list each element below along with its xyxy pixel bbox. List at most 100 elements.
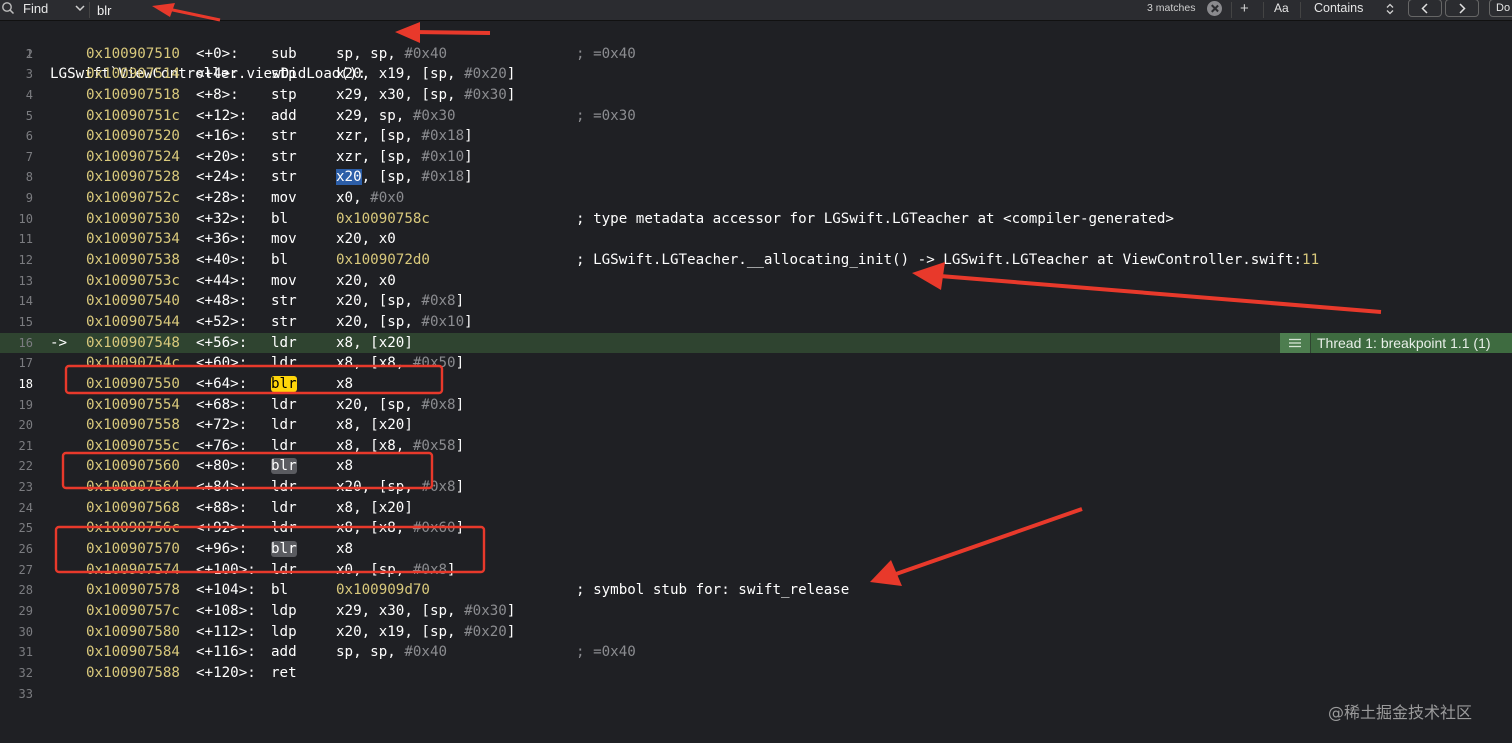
code-line[interactable]: 26 0x100907570 <+96>: blr x8 — [0, 539, 1512, 560]
code-line[interactable]: 27 0x100907574 <+100>: ldr x0, [sp, #0x8] — [0, 560, 1512, 581]
code-line[interactable]: 18 0x100907550 <+64>: blr x8 — [0, 374, 1512, 395]
done-button[interactable]: Do — [1489, 0, 1512, 17]
code-line[interactable]: 19 0x100907554 <+68>: ldr x20, [sp, #0x8] — [0, 395, 1512, 416]
code-line[interactable]: 6 0x100907520 <+16>: str xzr, [sp, #0x18] — [0, 126, 1512, 147]
code-line[interactable]: 23 0x100907564 <+84>: ldr x20, [sp, #0x8] — [0, 477, 1512, 498]
line-number[interactable]: 2 — [3, 44, 33, 65]
instruction-address: 0x10090751c — [86, 107, 180, 124]
line-number[interactable]: 3 — [3, 64, 33, 85]
line-number[interactable]: 27 — [3, 560, 33, 581]
code-line[interactable]: 2 0x100907510 <+0>: sub sp, sp, #0x40 ; =0x40 — [0, 44, 1512, 65]
disassembly-view: 1 LGSwift`ViewController.viewDidLoad(): … — [0, 23, 1512, 704]
breakpoint-badge[interactable]: Thread 1: breakpoint 1.1 (1) — [1280, 332, 1512, 354]
line-number[interactable]: 4 — [3, 85, 33, 106]
line-number[interactable]: 23 — [3, 477, 33, 498]
code-line-current[interactable]: 16 -> 0x100907548 <+56>: ldr x8, [x20] Thread … — [0, 332, 1512, 354]
watermark: @稀土掘金技术社区 — [1328, 703, 1473, 722]
line-number[interactable]: 25 — [3, 518, 33, 539]
instruction-operands: x8, [x20] — [336, 498, 413, 519]
clear-search-icon[interactable] — [1207, 1, 1222, 16]
up-down-chevron-icon[interactable] — [1386, 3, 1394, 15]
line-number[interactable]: 31 — [3, 642, 33, 663]
operand-segment: #0x30 — [412, 107, 456, 124]
line-number[interactable]: 9 — [3, 188, 33, 209]
code-line[interactable]: 14 0x100907540 <+48>: str x20, [sp, #0x8] — [0, 291, 1512, 312]
find-input[interactable] — [97, 0, 1137, 20]
code-line[interactable]: 3 0x100907514 <+4>: stp x20, x19, [sp, #0x20… — [0, 64, 1512, 85]
mnemonic-text: str — [271, 169, 297, 186]
code-line[interactable]: 8 0x100907528 <+24>: str x20, [sp, #0x18] — [0, 167, 1512, 188]
code-line[interactable]: 31 0x100907584 <+116>: add sp, sp, #0x40 ; =0… — [0, 642, 1512, 663]
code-line[interactable]: 33 — [0, 684, 1512, 705]
line-number[interactable]: 22 — [3, 456, 33, 477]
code-line[interactable]: 30 0x100907580 <+112>: ldp x20, x19, [sp, #0… — [0, 622, 1512, 643]
line-number[interactable]: 10 — [3, 209, 33, 230]
code-line[interactable]: 25 0x10090756c <+92>: ldr x8, [x8, #0x60] — [0, 518, 1512, 539]
code-line[interactable]: 24 0x100907568 <+88>: ldr x8, [x20] — [0, 498, 1512, 519]
line-number[interactable]: 18 — [3, 374, 33, 395]
operand-segment: ] — [447, 561, 456, 578]
line-number[interactable]: 28 — [3, 580, 33, 601]
case-sensitive-toggle[interactable]: Aa — [1274, 0, 1289, 20]
line-number[interactable]: 33 — [3, 684, 33, 705]
code-line[interactable]: 11 0x100907534 <+36>: mov x20, x0 — [0, 229, 1512, 250]
instruction-comment: ; =0x40 — [576, 642, 636, 663]
instruction-address: 0x100907514 — [86, 66, 180, 83]
code-line[interactable]: 9 0x10090752c <+28>: mov x0, #0x0 — [0, 188, 1512, 209]
instruction-address: 0x100907588 — [86, 664, 180, 681]
line-number[interactable]: 30 — [3, 622, 33, 643]
line-number[interactable]: 24 — [3, 498, 33, 519]
find-mode-selector[interactable]: Find — [23, 0, 48, 20]
operand-segment: 0x10090758c — [336, 210, 430, 227]
line-number[interactable]: 20 — [3, 415, 33, 436]
line-number[interactable]: 32 — [3, 663, 33, 684]
line-number[interactable]: 12 — [3, 250, 33, 271]
previous-match-button[interactable] — [1408, 0, 1442, 17]
code-line[interactable]: 7 0x100907524 <+20>: str xzr, [sp, #0x10] — [0, 147, 1512, 168]
operand-segment: xzr, [sp, — [336, 128, 422, 145]
code-line[interactable]: 15 0x100907544 <+52>: str x20, [sp, #0x10] — [0, 312, 1512, 333]
code-line[interactable]: 17 0x10090754c <+60>: ldr x8, [x8, #0x50] — [0, 353, 1512, 374]
operand-segment: #0x30 — [464, 602, 507, 619]
line-number[interactable]: 11 — [3, 229, 33, 250]
operand-segment: #0x20 — [464, 66, 507, 83]
line-number[interactable]: 6 — [3, 126, 33, 147]
comment-text: ; =0x30 — [576, 107, 636, 124]
line-number[interactable]: 17 — [3, 353, 33, 374]
code-line[interactable]: 13 0x10090753c <+44>: mov x20, x0 — [0, 271, 1512, 292]
instruction-offset: <+8>: — [196, 86, 239, 103]
line-number[interactable]: 13 — [3, 271, 33, 292]
match-type-selector[interactable]: Contains — [1314, 0, 1363, 20]
code-line[interactable]: 4 0x100907518 <+8>: stp x29, x30, [sp, #0x30… — [0, 85, 1512, 106]
instruction-operands: x29, sp, #0x30 — [336, 106, 456, 127]
code-line[interactable]: 21 0x10090755c <+76>: ldr x8, [x8, #0x58] — [0, 436, 1512, 457]
operand-segment: ] — [464, 128, 473, 145]
code-line[interactable]: 12 0x100907538 <+40>: bl 0x1009072d0 ; LGSwif… — [0, 250, 1512, 271]
line-number[interactable]: 21 — [3, 436, 33, 457]
code-line[interactable]: 28 0x100907578 <+104>: bl 0x100909d70 ; symbo… — [0, 580, 1512, 601]
line-number[interactable]: 14 — [3, 291, 33, 312]
operand-segment: ] — [506, 602, 516, 619]
instruction-mnemonic: mov — [271, 229, 297, 250]
operand-segment: x0, — [336, 190, 371, 207]
code-line[interactable]: 20 0x100907558 <+72>: ldr x8, [x20] — [0, 415, 1512, 436]
line-number[interactable]: 26 — [3, 539, 33, 560]
line-number[interactable]: 8 — [3, 167, 33, 188]
line-number[interactable]: 7 — [3, 147, 33, 168]
code-line[interactable]: 29 0x10090757c <+108>: ldp x29, x30, [sp, #0… — [0, 601, 1512, 622]
line-number[interactable]: 19 — [3, 395, 33, 416]
line-number[interactable]: 16 — [3, 333, 33, 354]
line-number[interactable]: 29 — [3, 601, 33, 622]
mnemonic-text: ldr — [271, 561, 297, 578]
line-number[interactable]: 15 — [3, 312, 33, 333]
instruction-operands: x0, #0x0 — [336, 188, 404, 209]
chevron-down-icon[interactable] — [75, 5, 85, 12]
add-pattern-icon[interactable]: + — [1240, 0, 1249, 20]
code-line[interactable]: 32 0x100907588 <+120>: ret — [0, 663, 1512, 684]
code-line[interactable]: 10 0x100907530 <+32>: bl 0x10090758c ; type m… — [0, 209, 1512, 230]
instruction-offset: <+96>: — [196, 541, 248, 558]
code-line[interactable]: 5 0x10090751c <+12>: add x29, sp, #0x30 ; =0x… — [0, 106, 1512, 127]
code-line[interactable]: 22 0x100907560 <+80>: blr x8 — [0, 456, 1512, 477]
line-number[interactable]: 5 — [3, 106, 33, 127]
next-match-button[interactable] — [1445, 0, 1479, 17]
